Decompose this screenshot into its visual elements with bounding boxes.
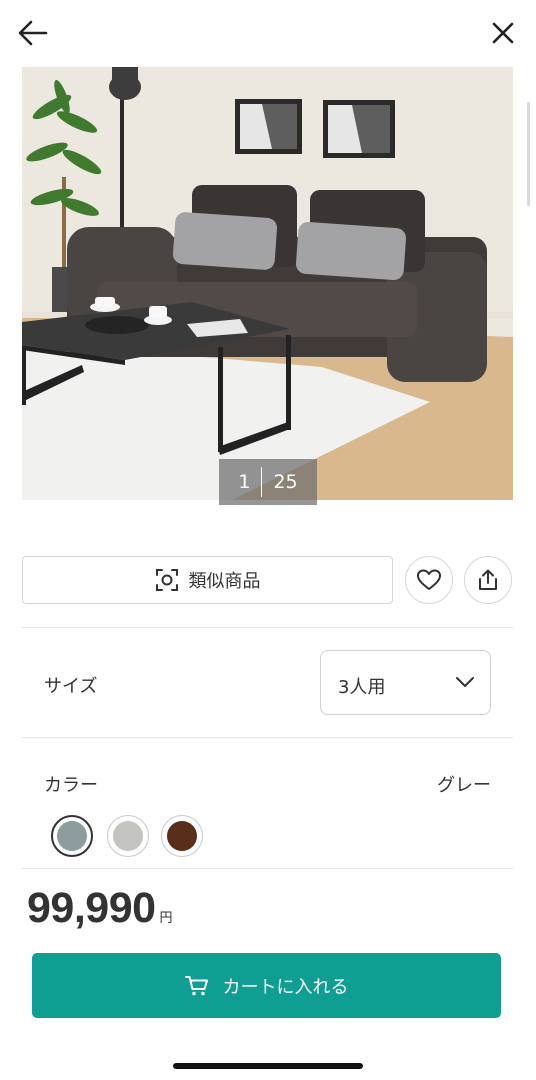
- image-search-icon: [155, 569, 178, 591]
- similar-products-label: 類似商品: [188, 571, 261, 592]
- share-icon: [479, 569, 497, 590]
- counter-divider: [261, 467, 263, 497]
- color-swatch-brown[interactable]: [161, 815, 203, 857]
- sofa-photo: [22, 67, 513, 500]
- home-indicator: [173, 1063, 363, 1069]
- size-label: サイズ: [44, 676, 98, 697]
- action-row: 類似商品: [22, 556, 513, 606]
- size-select[interactable]: 3人用: [320, 650, 491, 715]
- add-to-cart-button[interactable]: カートに入れる: [32, 953, 501, 1018]
- price: 99,990 円: [27, 884, 173, 933]
- scrollbar[interactable]: [527, 102, 530, 206]
- divider: [22, 627, 513, 628]
- top-bar: [0, 0, 536, 66]
- size-selected-value: 3人用: [338, 677, 386, 698]
- chevron-down-icon: [456, 677, 474, 687]
- divider: [22, 737, 513, 738]
- share-button[interactable]: [464, 556, 512, 604]
- swatch-color: [113, 821, 143, 851]
- color-swatch-gray[interactable]: [51, 815, 93, 857]
- image-counter-total: 25: [273, 471, 298, 493]
- price-amount: 99,990: [27, 884, 156, 932]
- add-to-cart-label: カートに入れる: [222, 976, 349, 998]
- heart-icon: [417, 569, 441, 590]
- color-swatch-light-gray[interactable]: [107, 815, 149, 857]
- close-button[interactable]: [486, 16, 520, 50]
- favorite-button[interactable]: [405, 556, 453, 604]
- back-button[interactable]: [14, 16, 52, 50]
- image-counter: 1 25: [219, 459, 317, 505]
- swatch-color: [167, 821, 197, 851]
- product-image[interactable]: [22, 67, 513, 500]
- swatch-color: [57, 821, 87, 851]
- color-selected-name: グレー: [437, 775, 491, 796]
- price-unit: 円: [159, 911, 173, 926]
- similar-products-button[interactable]: 類似商品: [22, 556, 393, 604]
- close-icon: [492, 22, 514, 44]
- arrow-left-icon: [18, 20, 48, 46]
- cart-icon: [184, 975, 208, 995]
- color-label: カラー: [44, 775, 98, 796]
- divider: [22, 868, 513, 869]
- image-counter-current: 1: [238, 471, 251, 493]
